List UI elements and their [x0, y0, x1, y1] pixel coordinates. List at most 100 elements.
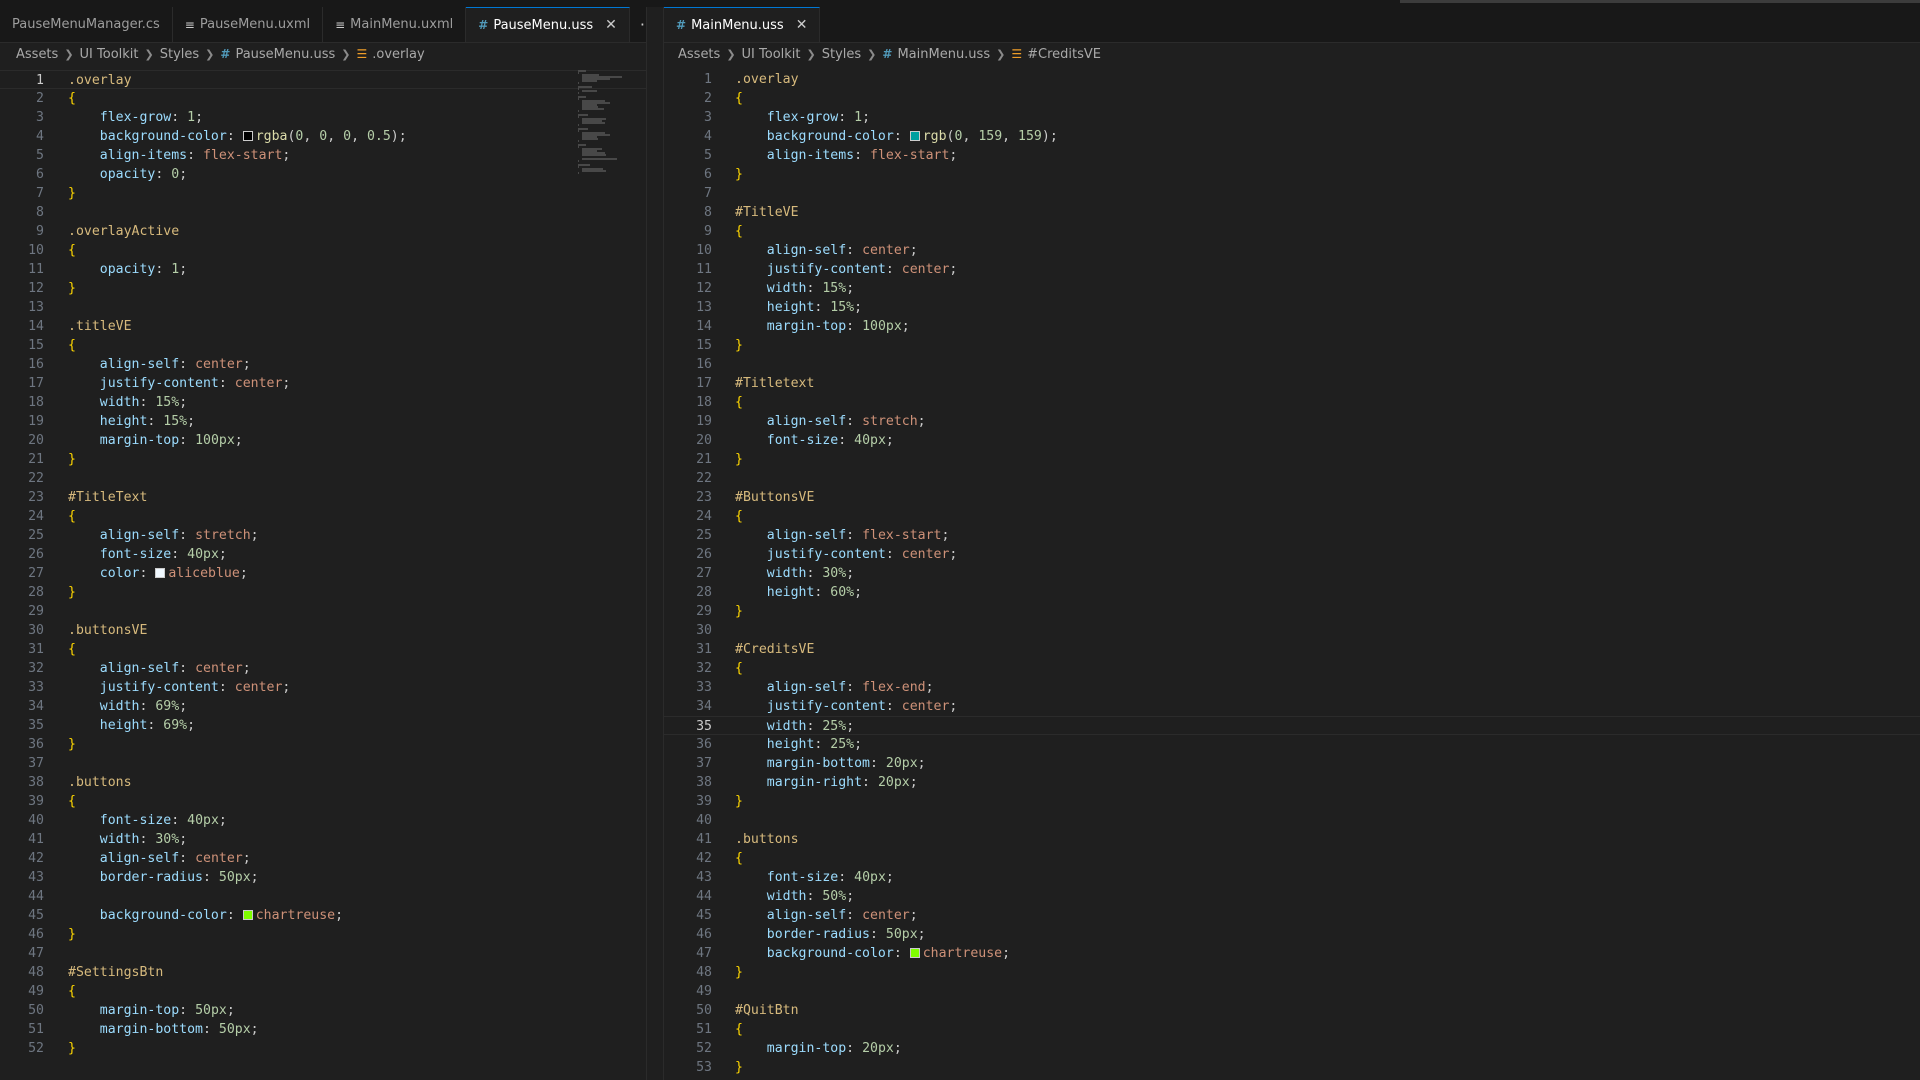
tab-pausemenu-uss[interactable]: # PauseMenu.uss ✕	[466, 7, 630, 42]
breadcrumb-item[interactable]: Styles	[822, 47, 861, 62]
tab-mainmenu-uxml[interactable]: ≡ MainMenu.uxml	[323, 7, 467, 42]
code-line: 3 flex-grow: 1;	[0, 108, 646, 127]
css-number: 25%	[822, 719, 847, 734]
line-number: 31	[28, 642, 44, 657]
brace: }	[735, 965, 743, 980]
css-keyword: flex-start	[203, 148, 283, 163]
breadcrumb-item[interactable]: MainMenu.uss	[897, 47, 990, 62]
css-selector: #SettingsBtn	[68, 965, 164, 980]
line-content: {	[735, 222, 743, 241]
breadcrumb-item[interactable]: Styles	[160, 47, 199, 62]
code-line: 25 align-self: flex-start;	[664, 526, 1920, 545]
line-content: height: 69%;	[68, 716, 195, 735]
css-selector: #Titletext	[735, 376, 815, 391]
css-property: flex-grow	[99, 110, 172, 125]
code-line: 18 {	[664, 393, 1920, 412]
css-property: align-items	[766, 148, 855, 163]
breadcrumb-item[interactable]: UI Toolkit	[742, 47, 801, 62]
line-content: margin-top: 20px;	[735, 1039, 902, 1058]
code-line: 33 align-self: flex-end;	[664, 678, 1920, 697]
code-line: 1 .overlay	[664, 70, 1920, 89]
punctuation: ;	[909, 243, 918, 258]
line-number: 51	[696, 1022, 712, 1037]
code-line: 6 opacity: 0;	[0, 165, 646, 184]
line-content: .buttons	[735, 830, 799, 849]
css-keyword: aliceblue	[168, 566, 240, 581]
css-keyword: center	[862, 908, 910, 923]
horizontal-scrollbar[interactable]	[1400, 0, 1920, 3]
line-number: 42	[696, 851, 712, 866]
close-icon[interactable]: ✕	[796, 17, 808, 33]
lines-icon: ≡	[184, 17, 195, 32]
chevron-right-icon: ❯	[726, 47, 736, 61]
breadcrumb-item[interactable]: PauseMenu.uss	[235, 47, 335, 62]
lines-icon: ≡	[335, 17, 346, 32]
css-keyword: stretch	[862, 414, 918, 429]
punctuation: :	[179, 357, 196, 372]
chevron-right-icon: ❯	[806, 47, 816, 61]
code-line: 2{	[0, 89, 646, 108]
tab-pausemenumanager-cs[interactable]: PauseMenuManager.cs	[0, 7, 173, 42]
line-content: }	[68, 735, 76, 754]
breadcrumb-item[interactable]: Assets	[678, 47, 720, 62]
hash-icon: #	[882, 47, 893, 61]
brace: }	[68, 927, 76, 942]
css-keyword: center	[901, 699, 950, 714]
breadcrumb-item[interactable]: .overlay	[372, 47, 424, 62]
punctuation: ,	[351, 129, 367, 144]
tab-label: PauseMenu.uss	[493, 17, 594, 33]
color-swatch-icon[interactable]	[909, 131, 920, 141]
minimap-line	[578, 166, 579, 168]
line-content: }	[735, 1058, 743, 1077]
color-swatch-icon[interactable]	[909, 948, 920, 958]
color-swatch-icon[interactable]	[242, 910, 253, 920]
css-property: margin-top	[766, 319, 847, 334]
code-editor-right[interactable]: 1 .overlay 2{3 flex-grow: 1; 4 background-c…	[664, 70, 1920, 1080]
color-swatch-icon[interactable]	[242, 131, 253, 141]
minimap-line	[578, 72, 579, 74]
css-property: font-size	[99, 813, 172, 828]
punctuation: ;	[949, 262, 958, 277]
more-actions-icon[interactable]: ···	[630, 7, 646, 42]
punctuation: ;	[218, 813, 227, 828]
line-content: font-size: 40px;	[735, 868, 894, 887]
editor-group-right: # MainMenu.uss ✕ Assets ❯ UI Toolkit ❯ Styles ❯…	[663, 7, 1920, 1080]
minimap[interactable]	[578, 70, 638, 180]
breadcrumb-item[interactable]: UI Toolkit	[80, 47, 139, 62]
css-property: justify-content	[99, 376, 219, 391]
brace: }	[735, 794, 743, 809]
line-content: justify-content: center;	[68, 678, 291, 697]
line-number: 11	[696, 262, 712, 277]
css-property: font-size	[99, 547, 172, 562]
close-icon[interactable]: ✕	[605, 17, 617, 33]
punctuation: ;	[282, 680, 291, 695]
code-line: 15}	[664, 336, 1920, 355]
line-content: {	[735, 89, 743, 108]
code-line: 28}	[0, 583, 646, 602]
color-swatch-icon[interactable]	[155, 568, 166, 578]
css-property: align-self	[766, 414, 847, 429]
css-number: 50%	[822, 889, 847, 904]
minimap-line	[578, 70, 586, 72]
minimap-line	[578, 96, 586, 98]
code-editor-left[interactable]: 1 .overlay 2{3 flex-grow: 1; 4 background-c…	[0, 70, 646, 1080]
css-number: 50px	[885, 927, 918, 942]
editor-split-sash[interactable]	[646, 7, 664, 1080]
breadcrumb-item[interactable]: #CreditsVE	[1027, 47, 1101, 62]
line-number: 6	[36, 167, 44, 182]
css-number: 159	[1018, 129, 1042, 144]
line-content: justify-content: center;	[735, 697, 958, 716]
breadcrumb-item[interactable]: Assets	[16, 47, 58, 62]
css-selector: #TitleVE	[735, 205, 799, 220]
css-selector: .overlay	[68, 73, 132, 88]
tab-mainmenu-uss[interactable]: # MainMenu.uss ✕	[664, 7, 821, 42]
code-line: 51 {	[664, 1020, 1920, 1039]
brace: }	[735, 604, 743, 619]
line-number: 47	[28, 946, 44, 961]
line-number: 36	[696, 737, 712, 752]
css-property: height	[99, 414, 148, 429]
tab-pausemenu-uxml[interactable]: ≡ PauseMenu.uxml	[173, 7, 324, 42]
punctuation: :	[814, 300, 831, 315]
css-property: align-self	[766, 908, 847, 923]
css-property: align-self	[766, 680, 847, 695]
